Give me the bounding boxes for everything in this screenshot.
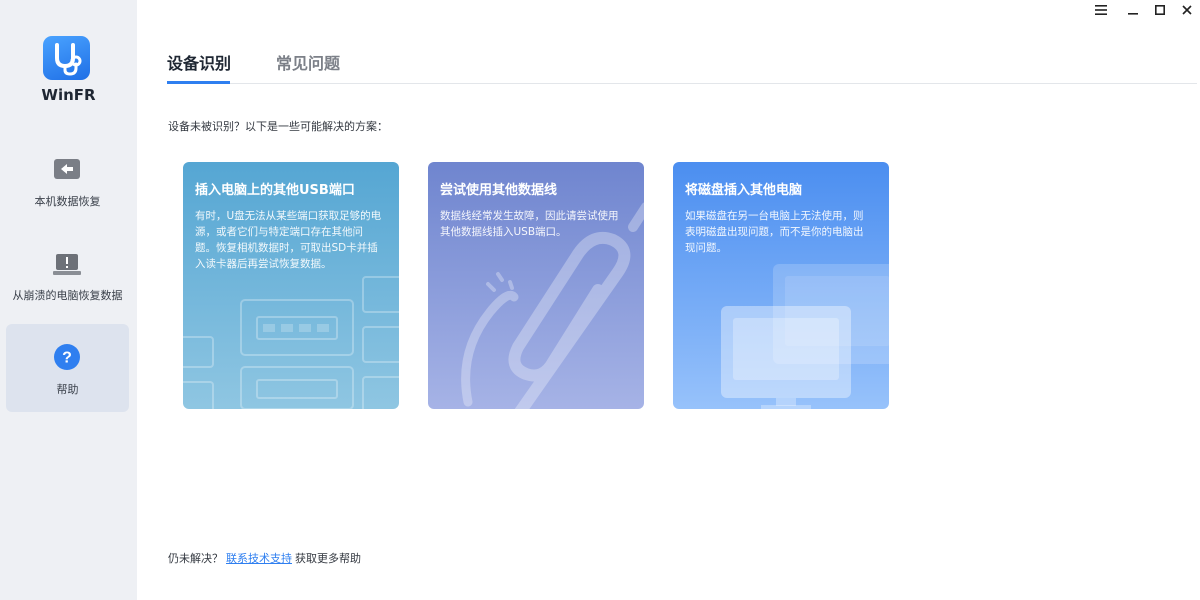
sidebar-item-label: 本机数据恢复 — [0, 193, 135, 209]
footer-help: 仍未解决？联系技术支持获取更多帮助 — [168, 550, 361, 566]
question-mark-icon: ? — [52, 342, 82, 372]
svg-text:?: ? — [62, 350, 72, 367]
sidebar: WinFR 本机数据恢复 从崩溃的电脑恢复数据 — [0, 0, 137, 600]
tab-device-recognition[interactable]: 设备识别 — [167, 50, 231, 74]
sidebar-item-crashed-pc[interactable]: 从崩溃的电脑恢复数据 — [6, 236, 129, 324]
minimize-icon[interactable] — [1124, 2, 1142, 18]
sidebar-item-label: 帮助 — [0, 381, 135, 397]
menu-icon[interactable] — [1092, 2, 1110, 18]
stethoscope-logo-icon — [43, 36, 90, 80]
app-name: WinFR — [0, 86, 137, 104]
card-body: 如果磁盘在另一台电脑上无法使用，则表明磁盘出现问题，而不是你的电脑出现问题。 — [685, 208, 873, 256]
contact-support-link[interactable]: 联系技术支持 — [226, 552, 292, 565]
footer-suffix: 获取更多帮助 — [295, 552, 361, 565]
card-body: 有时，U盘无法从某些端口获取足够的电源，或者它们与特定端口存在其他问题。恢复相机… — [195, 208, 383, 272]
sidebar-item-local-recovery[interactable]: 本机数据恢复 — [6, 140, 129, 228]
maximize-icon[interactable] — [1151, 2, 1169, 18]
solution-card-usb-port[interactable]: 插入电脑上的其他USB端口 有时，U盘无法从某些端口获取足够的电源，或者它们与特… — [183, 162, 399, 409]
card-title: 将磁盘插入其他电脑 — [685, 179, 802, 198]
card-title: 插入电脑上的其他USB端口 — [195, 179, 355, 198]
card-title: 尝试使用其他数据线 — [440, 179, 557, 198]
cable-illustration — [428, 162, 644, 409]
tab-divider — [167, 83, 1197, 84]
card-body: 数据线经常发生故障，因此请尝试使用其他数据线插入USB端口。 — [440, 208, 628, 240]
sidebar-item-help[interactable]: ? 帮助 — [6, 324, 129, 412]
sidebar-item-label: 从崩溃的电脑恢复数据 — [0, 287, 135, 303]
active-tab-indicator — [167, 81, 230, 84]
solution-card-data-cable[interactable]: 尝试使用其他数据线 数据线经常发生故障，因此请尝试使用其他数据线插入USB端口。 — [428, 162, 644, 409]
monitors-illustration — [673, 162, 889, 409]
close-icon[interactable] — [1178, 2, 1196, 18]
usb-ports-illustration — [183, 162, 399, 409]
app-window: WinFR 本机数据恢复 从崩溃的电脑恢复数据 — [0, 0, 1200, 600]
footer-prefix: 仍未解决？ — [168, 552, 223, 565]
solution-card-other-computer[interactable]: 将磁盘插入其他电脑 如果磁盘在另一台电脑上无法使用，则表明磁盘出现问题，而不是你… — [673, 162, 889, 409]
crashed-laptop-icon — [52, 249, 82, 279]
tab-faq[interactable]: 常见问题 — [276, 50, 340, 74]
back-arrow-icon — [52, 154, 82, 184]
intro-text: 设备未被识别？以下是一些可能解决的方案： — [168, 118, 388, 134]
